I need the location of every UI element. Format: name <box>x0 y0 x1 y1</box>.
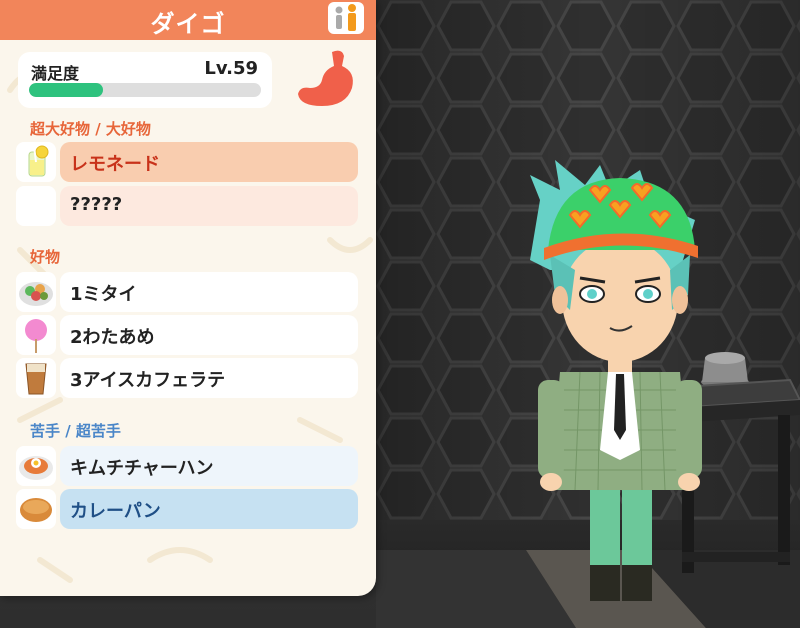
satisfaction-bar-fill <box>29 83 104 97</box>
food-label: レモネード <box>70 154 160 175</box>
super-favorite-row-2[interactable]: ????? <box>60 186 358 226</box>
stomach-icon <box>298 50 353 106</box>
section-super-favorite: 超大好物 / 大好物 <box>30 120 151 138</box>
food-icon-slot <box>16 315 56 355</box>
character-info-panel: ダイゴ 満足度 Lv.59 超大好物 / 大好物 レモネード ????? 好物 … <box>0 0 376 596</box>
lemonade-icon <box>28 145 49 177</box>
satisfaction-level: Lv.59 <box>204 58 258 79</box>
food-label: キムチチャーハン <box>70 458 214 479</box>
food-label: 1ミタイ <box>70 284 137 305</box>
food-icon-slot <box>16 142 56 182</box>
food-icon-slot <box>16 272 56 312</box>
people-toggle-button[interactable] <box>328 2 364 34</box>
food-icon-slot-empty <box>16 186 56 226</box>
favorite-row-3[interactable]: 3アイスカフェラテ <box>60 358 358 398</box>
salad-icon <box>19 282 53 306</box>
food-label: カレーパン <box>70 501 161 522</box>
satisfaction-box: 満足度 Lv.59 <box>18 52 272 108</box>
kimchi-fried-rice-icon <box>19 456 53 480</box>
section-favorite: 好物 <box>30 248 61 266</box>
favorite-row-2[interactable]: 2わたあめ <box>60 315 358 355</box>
character-name: ダイゴ <box>150 10 226 38</box>
dislike-row-1[interactable]: キムチチャーハン <box>60 446 358 486</box>
food-icon-slot <box>16 489 56 529</box>
section-disliked: 苦手 / 超苦手 <box>30 422 121 440</box>
cotton-candy-icon <box>25 319 47 353</box>
curry-bread-icon <box>20 498 52 522</box>
food-icon-slot <box>16 358 56 398</box>
food-label: 3アイスカフェラテ <box>70 370 226 391</box>
iced-latte-icon <box>25 363 47 395</box>
satisfaction-label: 満足度 <box>31 64 80 83</box>
satisfaction-bar <box>29 83 261 97</box>
mii-character <box>530 160 702 601</box>
favorite-row-1[interactable]: 1ミタイ <box>60 272 358 312</box>
super-favorite-row-1[interactable]: レモネード <box>60 142 358 182</box>
food-icon-slot <box>16 446 56 486</box>
food-label: 2わたあめ <box>70 327 155 348</box>
worst-dislike-row[interactable]: カレーパン <box>60 489 358 529</box>
people-icon <box>335 4 356 31</box>
food-label: ????? <box>70 194 123 215</box>
